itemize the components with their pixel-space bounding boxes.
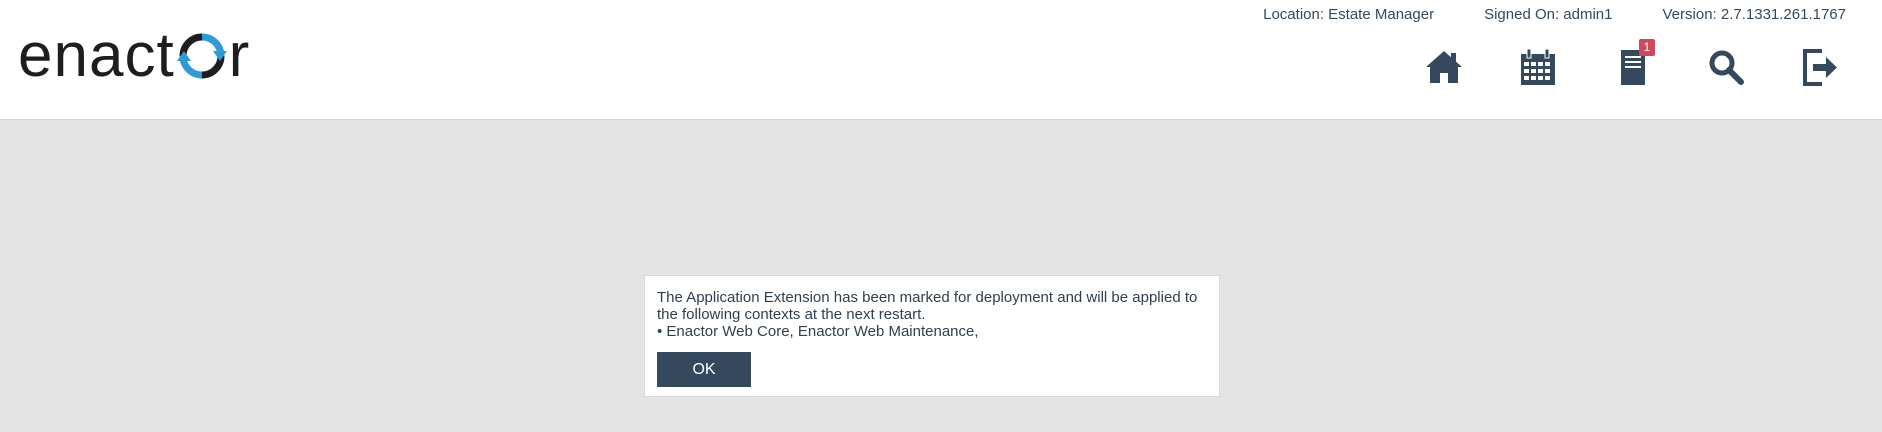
notification-badge: 1 [1639,39,1655,56]
logo-text-start: enact [18,21,175,90]
logo-text-end: r [228,21,251,90]
logout-button[interactable] [1796,42,1844,92]
home-icon [1426,51,1462,83]
location-text: Location: Estate Manager [1263,6,1435,23]
logout-icon [1803,49,1837,86]
search-button[interactable] [1702,42,1750,92]
calendar-button[interactable] [1514,42,1562,92]
search-icon [1709,50,1744,85]
dialog-message-line-1: The Application Extension has been marke… [657,289,1198,306]
header-bar: enact r Location: Estate Manager Signed … [0,0,1882,120]
version-text: Version: 2.7.1331.261.1767 [1662,6,1847,23]
dialog-message-line-2: the following contexts at the next resta… [657,306,926,323]
documents-button[interactable]: 1 [1608,39,1656,92]
logo-refresh-icon [176,33,227,79]
deployment-dialog: The Application Extension has been marke… [644,275,1220,397]
home-button[interactable] [1420,42,1468,92]
calendar-icon [1521,48,1555,85]
dialog-context-list: • Enactor Web Core, Enactor Web Maintena… [657,323,979,340]
signed-on-text: Signed On: admin1 [1484,6,1613,23]
ok-button[interactable]: OK [657,352,751,387]
enactor-logo: enact r [18,21,251,90]
status-bar: Location: Estate Manager Signed On: admi… [1263,6,1846,23]
